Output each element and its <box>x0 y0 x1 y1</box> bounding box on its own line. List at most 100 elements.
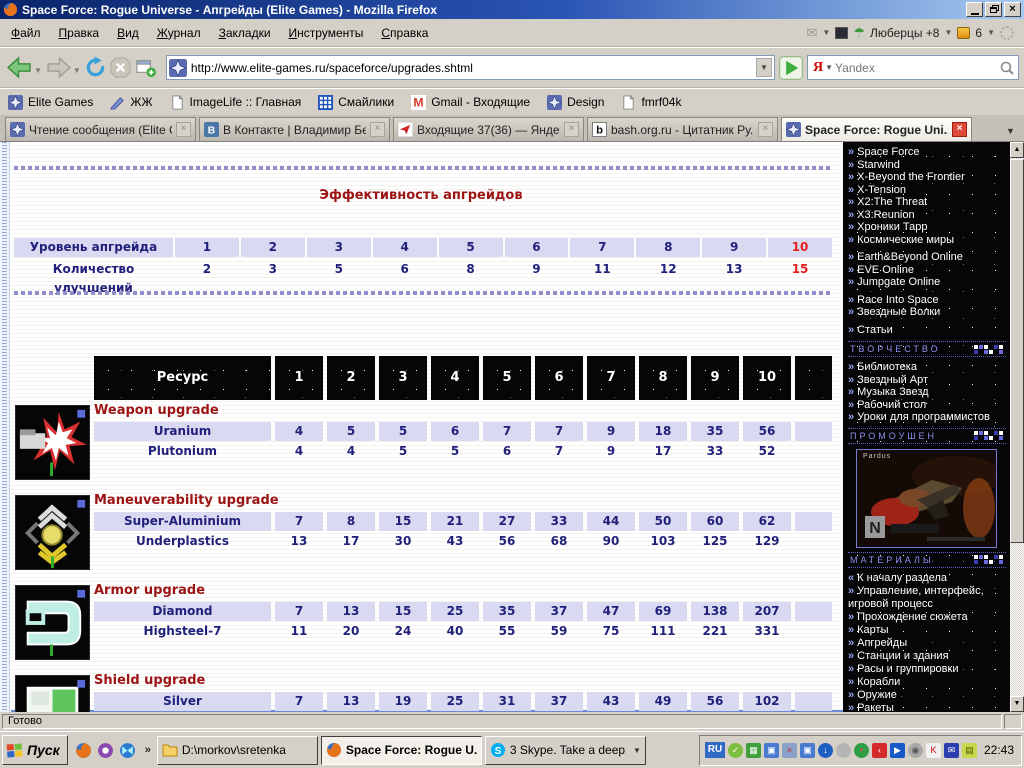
sidebar-link[interactable]: »X-Beyond the Frontier <box>848 171 1008 184</box>
tab-close-icon[interactable]: × <box>564 122 579 137</box>
sidebar-link[interactable]: »Библиотека <box>848 361 1008 374</box>
new-window-button[interactable] <box>134 56 157 79</box>
firefox-quicklaunch-icon[interactable] <box>75 742 92 759</box>
menu-item-1[interactable]: Правка <box>50 23 109 43</box>
tab-list-dropdown[interactable]: ▼ <box>1002 121 1019 141</box>
tab-close-icon[interactable]: × <box>758 122 773 137</box>
bookmark-item[interactable]: Elite Games <box>8 95 93 110</box>
mail-count[interactable]: 6 <box>975 26 982 40</box>
media-player-icon[interactable]: ▶ <box>890 743 905 758</box>
scroll-up-icon[interactable]: ▲ <box>1010 142 1024 158</box>
mail-notifier-icon[interactable]: ✉ <box>944 743 959 758</box>
sidebar-link[interactable]: »Уроки для программистов <box>848 411 1008 424</box>
taskbar-task-2[interactable]: S3 Skype. Take a deep ...▼ <box>485 736 646 765</box>
gray-sphere-icon[interactable] <box>836 743 851 758</box>
sidebar-link[interactable]: »X-Tension <box>848 184 1008 197</box>
sidebar-link[interactable]: »X2:The Threat <box>848 196 1008 209</box>
volume-disc-icon[interactable]: ◉ <box>908 743 923 758</box>
sidebar-link[interactable]: »Карты <box>848 624 1008 637</box>
network-disconnected-icon[interactable]: × <box>782 743 797 758</box>
yandex-engine-icon[interactable]: Я <box>811 60 825 76</box>
sidebar-link[interactable]: »Рабочий стол <box>848 399 1008 412</box>
search-icon[interactable] <box>999 60 1015 76</box>
globe-tracker-icon[interactable]: • <box>854 743 869 758</box>
punto-switcher-icon[interactable]: ‹ <box>872 743 887 758</box>
forward-history-dropdown[interactable]: ▼ <box>73 66 81 75</box>
sidebar-link[interactable]: »Хроники Тарр <box>848 221 1008 234</box>
download-manager-icon[interactable]: ↓ <box>818 743 833 758</box>
messenger-quicklaunch-icon[interactable] <box>119 742 136 759</box>
sidebar-link[interactable]: »X3:Reunion <box>848 209 1008 222</box>
back-history-dropdown[interactable]: ▼ <box>34 66 42 75</box>
weapon-upgrade-icon[interactable] <box>15 405 90 480</box>
scrollbar-thumb[interactable] <box>1010 159 1024 543</box>
sidebar-link[interactable]: »Апгрейды <box>848 637 1008 650</box>
vertical-scrollbar[interactable]: ▲ ▼ <box>1010 142 1024 712</box>
mail-envelope-icon[interactable]: ✉ <box>807 25 818 41</box>
sidebar-link[interactable]: »Starwind <box>848 159 1008 172</box>
menu-item-6[interactable]: Справка <box>372 23 437 43</box>
green-utility-icon[interactable]: ▦ <box>746 743 761 758</box>
bookmark-item[interactable]: MGmail - Входящие <box>411 95 530 110</box>
taskbar-task-0[interactable]: D:\morkov\sretenka <box>157 736 318 765</box>
search-input[interactable] <box>833 60 999 76</box>
tab-close-icon[interactable]: × <box>370 122 385 137</box>
language-indicator[interactable]: RU <box>705 742 725 758</box>
url-dropdown-icon[interactable]: ▼ <box>756 58 772 77</box>
chevron-down-icon[interactable]: ▼ <box>987 28 995 37</box>
sidebar-link[interactable]: «К началу раздела <box>848 572 1008 585</box>
sidebar-link[interactable]: »Станции и здания <box>848 650 1008 663</box>
armor-upgrade-icon[interactable] <box>15 585 90 660</box>
start-button[interactable]: Пуск <box>2 735 68 765</box>
webmoney-icon[interactable]: ▤ <box>962 743 977 758</box>
stop-button[interactable] <box>109 56 132 79</box>
sidebar-link[interactable]: »Управление, интерфейс, игровой процесс <box>848 585 1008 611</box>
sidebar-link[interactable]: »Jumpgate Online <box>848 276 1008 289</box>
search-engine-dropdown[interactable]: ▼ <box>825 63 833 72</box>
taskbar-task-1[interactable]: Space Force: Rogue U... <box>321 736 482 765</box>
chevron-down-icon[interactable]: ▼ <box>822 28 830 37</box>
bookmark-item[interactable]: Смайлики <box>318 95 394 110</box>
sidebar-link[interactable]: »Космические миры <box>848 234 1008 247</box>
back-button[interactable] <box>6 54 33 81</box>
bookmark-item[interactable]: ImageLife :: Главная <box>170 95 302 110</box>
tab-2[interactable]: Входящие 37(36) — Яндек...× <box>393 117 584 141</box>
bookmark-item[interactable]: Design <box>547 95 604 110</box>
sidebar-link[interactable]: »Музыка Звезд <box>848 386 1008 399</box>
forward-button[interactable] <box>45 54 72 81</box>
sidebar-link[interactable]: »Статьи <box>848 324 1008 337</box>
sidebar-link[interactable]: »Корабли <box>848 676 1008 689</box>
tab-close-icon[interactable]: × <box>176 122 191 137</box>
local-network-icon[interactable]: ▣ <box>800 743 815 758</box>
tab-4[interactable]: Space Force: Rogue Uni...× <box>781 117 972 141</box>
sidebar-link[interactable]: »Earth&Beyond Online <box>848 251 1008 264</box>
reload-button[interactable] <box>84 56 107 79</box>
sidebar-link[interactable]: »Space Force <box>848 146 1008 159</box>
chevron-down-icon[interactable]: ▼ <box>944 28 952 37</box>
menu-item-5[interactable]: Инструменты <box>280 23 373 43</box>
sidebar-link[interactable]: »Прохождение сюжета <box>848 611 1008 624</box>
sidebar-link[interactable]: »EVE Online <box>848 264 1008 277</box>
tab-0[interactable]: Чтение сообщения (Elite G...× <box>5 117 196 141</box>
bookmark-item[interactable]: fmrf04k <box>621 95 681 110</box>
close-button[interactable]: × <box>1004 2 1021 17</box>
network-places-icon[interactable]: ▣ <box>764 743 779 758</box>
sidebar-link[interactable]: »Расы и группировки <box>848 663 1008 676</box>
tab-1[interactable]: ВВ Контакте | Владимир Бе...× <box>199 117 390 141</box>
bookmark-item[interactable]: ЖЖ <box>110 95 152 110</box>
shield-upgrade-icon[interactable] <box>15 675 90 712</box>
sidebar-link[interactable]: »Ракеты <box>848 702 1008 713</box>
menu-item-2[interactable]: Вид <box>108 23 148 43</box>
promo-banner[interactable]: N Pardus <box>856 449 997 548</box>
tab-3[interactable]: bbash.org.ru - Цитатник Ру...× <box>587 117 778 141</box>
scroll-down-icon[interactable]: ▼ <box>1010 696 1024 712</box>
skype-online-icon[interactable]: ✓ <box>728 743 743 758</box>
minimize-button[interactable] <box>966 2 983 17</box>
tab-close-icon[interactable]: × <box>952 122 967 137</box>
go-button[interactable] <box>779 56 803 80</box>
kaspersky-icon[interactable]: K <box>926 743 941 758</box>
restore-button[interactable] <box>985 2 1002 17</box>
maneuverability-upgrade-icon[interactable] <box>15 495 90 570</box>
quicklaunch-overflow-icon[interactable]: » <box>145 744 151 756</box>
icq-quicklaunch-icon[interactable] <box>97 742 114 759</box>
